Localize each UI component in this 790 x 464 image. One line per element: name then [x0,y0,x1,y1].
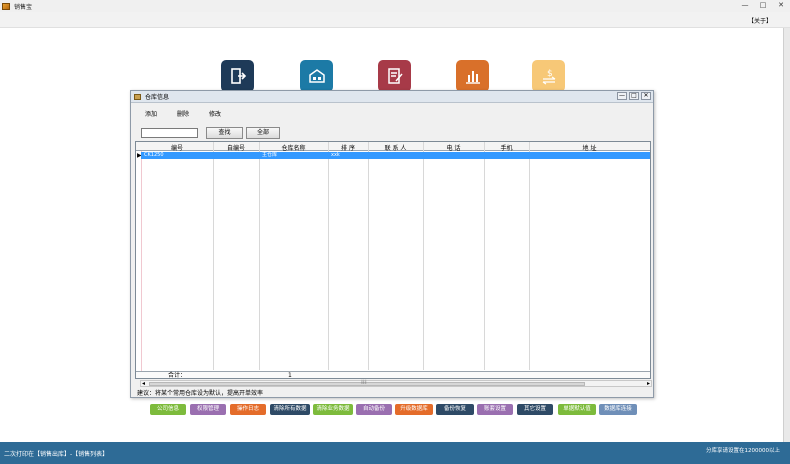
main-titlebar: 销售宝 — □ ✕ [0,0,790,12]
right-edge-panel [783,28,790,442]
cell-id: CK1250 [144,152,164,158]
grid-total-row: 合计： 1 [136,371,650,378]
other-settings-button[interactable]: 其它设置 [517,404,553,415]
dialog-minimize-button[interactable]: — [617,92,627,100]
minimize-button[interactable]: — [740,1,750,9]
col-header-mobile[interactable]: 手机 [484,143,529,152]
scroll-grip-icon: ⁞⁞⁞ [361,379,367,386]
scroll-right-icon[interactable]: ▸ [647,380,650,387]
warehouse-tile[interactable] [300,60,333,92]
horizontal-scrollbar[interactable]: ◂ ⁞⁞⁞ ▸ [140,379,652,387]
app-logo-icon [2,2,10,10]
col-header-sort[interactable]: 排 序 [328,143,368,152]
col-divider [213,142,214,370]
maximize-button[interactable]: □ [758,1,768,9]
edit-button[interactable]: 修改 [209,109,221,118]
window-controls: — □ ✕ [740,1,786,9]
dollar-transfer-tile[interactable]: $ [532,60,565,92]
dialog-toolbar: 添加 删除 修改 [131,109,653,119]
scroll-left-icon[interactable]: ◂ [142,380,145,387]
edit-document-tile[interactable] [378,60,411,92]
app-title: 销售宝 [14,3,33,11]
col-header-name[interactable]: 仓库名称 [259,143,328,152]
company-info-button[interactable]: 公司信息 [150,404,186,415]
clear-all-data-button[interactable]: 清除所有数据 [270,404,310,415]
col-divider [423,142,424,370]
bar-chart-icon [465,71,480,84]
footer-bar: 二次打印在【销售出库】-【销售列表】 分库享请设置在1200000以上 [0,442,790,464]
warehouse-icon [308,69,325,83]
dialog-title: 仓库信息 [145,94,170,101]
col-divider [529,142,530,370]
bar-chart-tile[interactable] [456,60,489,92]
cell-sort: xxk [331,152,340,158]
about-link[interactable]: 【关于】 [748,16,772,25]
row-header-divider [141,151,142,371]
col-header-id[interactable]: 编号 [141,143,213,152]
col-header-phone[interactable]: 电 话 [423,143,484,152]
col-header-contact[interactable]: 联 系 人 [368,143,423,152]
clear-business-data-button[interactable]: 清除业务数据 [313,404,353,415]
tip-text: 建议：将某个常用仓库设为默认，提高开单效率 [137,390,264,397]
menubar: 【关于】 [0,12,790,28]
footer-status: 分库享请设置在1200000以上 [706,448,780,454]
account-settings-button[interactable]: 账套设置 [477,404,513,415]
dialog-controls: — □ ✕ [617,92,651,100]
dialog-close-button[interactable]: ✕ [641,92,651,100]
upgrade-db-button[interactable]: 升级数据库 [395,404,433,415]
cell-name: 主仓库 [262,152,278,158]
footer-hint: 二次打印在【销售出库】-【销售列表】 [4,451,109,458]
permission-button[interactable]: 权限管理 [190,404,226,415]
delete-button[interactable]: 删除 [177,109,189,118]
edit-document-icon [387,68,403,84]
db-connection-button[interactable]: 数据库连接 [599,404,637,415]
close-button[interactable]: ✕ [776,1,786,9]
find-button[interactable]: 查找 [206,127,243,139]
total-label: 合计： [168,372,187,379]
warehouse-info-dialog: 仓库信息 — □ ✕ 添加 删除 修改 查找 全部 编号 自编号 仓库名称 排 … [130,90,654,398]
exit-door-tile[interactable] [221,60,254,92]
dollar-transfer-icon: $ [542,69,555,85]
col-divider [368,142,369,370]
table-row-selected[interactable] [141,152,650,159]
col-header-self-id[interactable]: 自编号 [213,143,259,152]
auto-backup-button[interactable]: 自动备份 [356,404,392,415]
doc-defaults-button[interactable]: 单据默认值 [558,404,596,415]
search-input[interactable] [141,128,198,138]
col-divider [259,142,260,370]
add-button[interactable]: 添加 [145,109,157,118]
col-divider [484,142,485,370]
scroll-thumb[interactable] [149,382,585,386]
exit-door-icon [230,68,246,84]
dialog-maximize-button[interactable]: □ [629,92,639,100]
show-all-button[interactable]: 全部 [246,127,280,139]
total-value: 1 [288,372,292,379]
backup-restore-button[interactable]: 备份恢复 [436,404,474,415]
operation-log-button[interactable]: 操作日志 [230,404,266,415]
dialog-icon [134,93,141,100]
dialog-titlebar: 仓库信息 — □ ✕ [131,91,653,103]
warehouse-grid[interactable]: 编号 自编号 仓库名称 排 序 联 系 人 电 话 手机 地 址 ▶ CK125… [135,141,651,379]
col-header-address[interactable]: 地 址 [529,143,650,152]
col-divider [328,142,329,370]
